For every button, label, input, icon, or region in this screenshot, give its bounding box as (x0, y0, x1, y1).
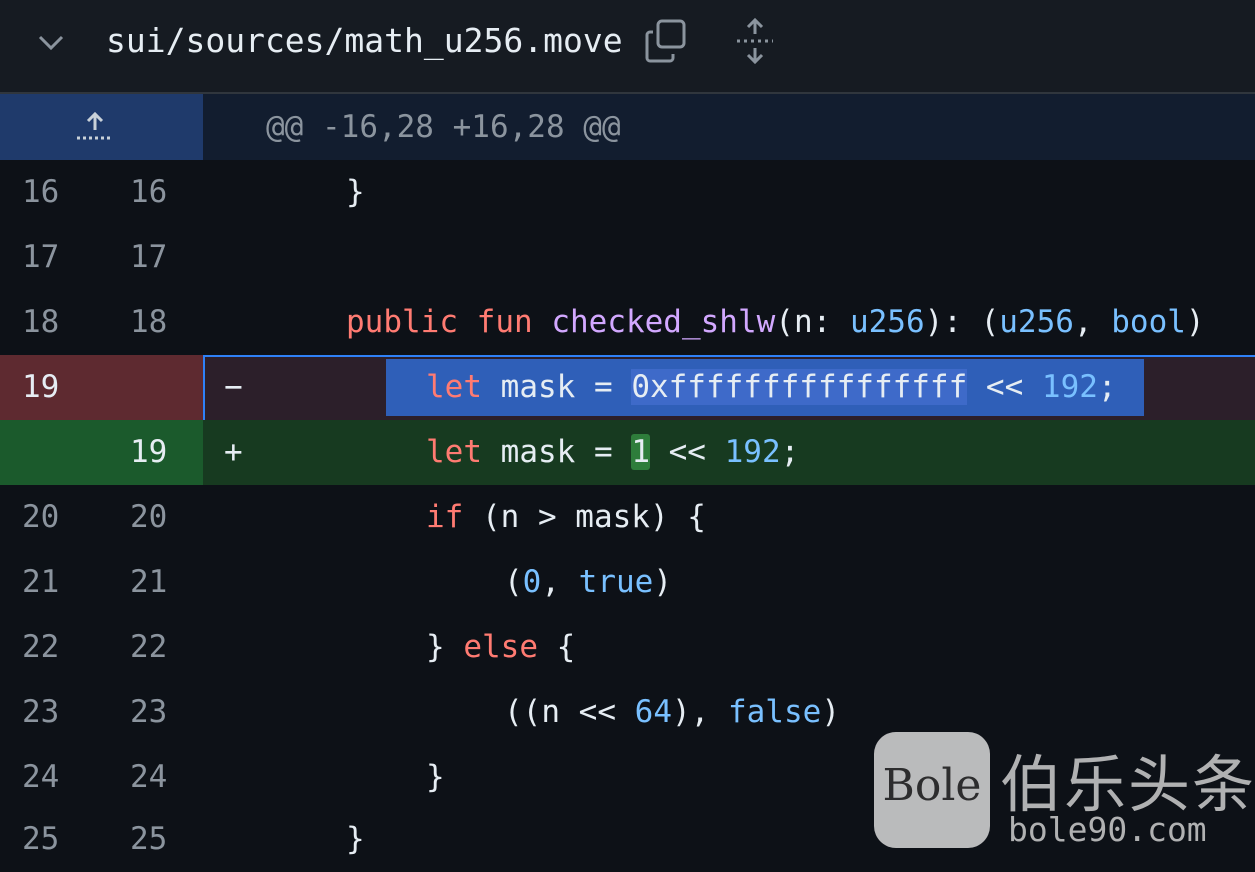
code-text: ; (780, 434, 800, 470)
new-line-number[interactable]: 20 (130, 485, 167, 550)
watermark-logo: Bole (874, 732, 990, 848)
type-name: bool (1111, 304, 1186, 340)
code-line: } else { (426, 615, 575, 680)
diff-line: 21 21 (0, true) (0, 550, 1255, 615)
code-text: , (1073, 304, 1112, 340)
code-text: ) (653, 564, 672, 600)
keyword: else (463, 629, 538, 665)
diff-line: 17 17 (0, 225, 1255, 290)
new-line-number[interactable]: 22 (130, 615, 167, 680)
number-literal: 0 (522, 564, 542, 600)
code-text: } (426, 629, 464, 665)
hunk-range: @@ -16,28 +16,28 @@ (266, 109, 621, 145)
code-line: let mask = 1 << 192; (426, 420, 799, 485)
new-line-number[interactable]: 24 (130, 745, 167, 810)
diff-line: 18 18 public fun checked_shlw(n: u256): … (0, 290, 1255, 355)
keyword: public (346, 304, 458, 340)
hunk-header: @@ -16,28 +16,28 @@ (0, 94, 1255, 160)
new-line-number[interactable]: 17 (130, 225, 167, 290)
diff-line: 22 22 } else { (0, 615, 1255, 680)
code-line: let mask = 0xffffffffffffffff << 192; (426, 355, 1117, 420)
diff-line: 20 20 if (n > mask) { (0, 485, 1255, 550)
old-line-number[interactable]: 17 (22, 225, 59, 290)
watermark-logo-text: Bole (882, 760, 982, 811)
code-text: ((n << (504, 694, 635, 730)
code-text: mask = (482, 369, 632, 405)
old-line-number[interactable]: 22 (22, 615, 59, 680)
function-name: checked_shlw (551, 304, 776, 340)
code-line: } (346, 174, 365, 210)
old-line-number[interactable]: 20 (22, 485, 59, 550)
expand-all-icon[interactable] (734, 18, 776, 64)
code-text: ) (821, 694, 840, 730)
code-text: << (967, 369, 1042, 405)
code-text: ), (671, 694, 728, 730)
new-line-number[interactable]: 18 (130, 290, 167, 355)
code-line: (0, true) (504, 550, 672, 615)
old-line-number[interactable]: 19 (22, 355, 59, 420)
hunk-expand-gutter[interactable] (0, 94, 203, 160)
code-text: , (541, 564, 579, 600)
keyword: if (426, 499, 464, 535)
chevron-down-icon[interactable] (34, 26, 68, 60)
old-line-number[interactable]: 25 (22, 807, 59, 872)
old-line-number[interactable]: 23 (22, 680, 59, 745)
boolean-literal: true (578, 564, 654, 600)
number-literal: 64 (634, 694, 672, 730)
new-line-number[interactable]: 21 (130, 550, 167, 615)
changed-token: 1 (631, 434, 650, 470)
addition-marker: + (224, 434, 243, 470)
code-text: (n > mask) { (463, 499, 706, 535)
added-line[interactable]: 19 + let mask = 1 << 192; (0, 420, 1255, 485)
code-text: ( (504, 564, 523, 600)
type-name: u256 (999, 304, 1074, 340)
keyword: fun (476, 304, 533, 340)
code-text: ) (1185, 304, 1205, 340)
new-line-number[interactable]: 19 (130, 420, 167, 485)
code-line: public fun checked_shlw(n: u256): (u256,… (346, 290, 1205, 355)
new-line-number[interactable]: 25 (130, 807, 167, 872)
code-text: ; (1097, 369, 1117, 405)
keyword: let (426, 434, 482, 470)
new-line-number[interactable]: 16 (130, 160, 167, 225)
old-line-number[interactable]: 24 (22, 745, 59, 810)
addition-gutter (0, 420, 203, 485)
boolean-literal: false (727, 694, 822, 730)
keyword: let (426, 369, 482, 405)
code-text: << (649, 434, 725, 470)
old-line-number[interactable]: 16 (22, 160, 59, 225)
copy-icon[interactable] (644, 18, 690, 64)
changed-token: 0xffffffffffffffff (631, 369, 968, 405)
code-text: { (537, 629, 576, 665)
file-header: sui/sources/math_u256.move (0, 0, 1255, 94)
type-name: u256 (849, 304, 925, 340)
file-path[interactable]: sui/sources/math_u256.move (106, 18, 623, 64)
code-line: ((n << 64), false) (504, 680, 840, 745)
number-literal: 192 (1041, 369, 1098, 405)
expand-up-icon[interactable] (74, 108, 116, 144)
new-line-number[interactable]: 23 (130, 680, 167, 745)
watermark: Bole 伯乐头条 bole90.com (874, 732, 1255, 852)
diff-line: 16 16 } (0, 160, 1255, 225)
code-line: } (426, 759, 445, 795)
old-line-number[interactable]: 21 (22, 550, 59, 615)
code-text: ): ( (924, 304, 1000, 340)
deleted-line[interactable]: 19 − let mask = 0xffffffffffffffff << 19… (0, 355, 1255, 422)
code-text: mask = (482, 434, 632, 470)
old-line-number[interactable]: 18 (22, 290, 59, 355)
code-text: (n: (775, 304, 850, 340)
watermark-url: bole90.com (1008, 810, 1207, 849)
deletion-marker: − (224, 369, 243, 405)
code-line: if (n > mask) { (426, 485, 706, 550)
code-line: } (346, 821, 365, 857)
number-literal: 192 (724, 434, 781, 470)
